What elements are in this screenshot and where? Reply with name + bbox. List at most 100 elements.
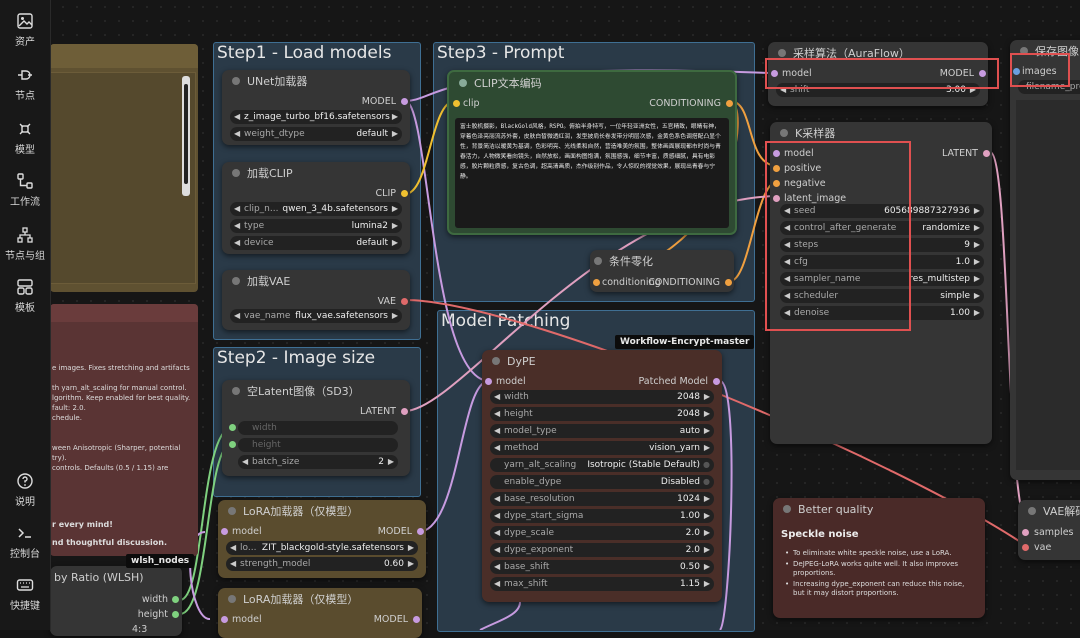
sidebar-item-label: 工作流: [10, 197, 40, 208]
scrollbar-track[interactable]: [182, 76, 190, 196]
sidebar-item-4[interactable]: 节点与组: [0, 226, 50, 262]
out-model-dot[interactable]: [979, 70, 986, 77]
aura-flow-sampling-node[interactable]: 采样算法（AuraFlow） model MODEL ◀ shift 3.00 ▶: [768, 42, 988, 106]
strength-model-number[interactable]: ◀ strength_model 0.60 ▶: [226, 557, 418, 571]
ksampler-cfg-widget[interactable]: ◀ cfg 1.0 ▶: [780, 255, 984, 269]
dype-base-resolution-widget[interactable]: ◀ base_resolution 1024 ▶: [490, 492, 714, 506]
ratio-value: 4:3: [132, 624, 148, 635]
note-bullet: Increasing dype_exponent can reduce this…: [785, 580, 965, 597]
sidebar-item-6[interactable]: 说明: [0, 472, 50, 508]
ksampler-steps-widget[interactable]: ◀ steps 9 ▶: [780, 238, 984, 252]
sidebar-item-0[interactable]: 资产: [0, 12, 50, 48]
in-model-label: model: [782, 68, 812, 79]
in-model-dot[interactable]: [221, 528, 228, 535]
wlsh-node[interactable]: wlsh_nodes by Ratio (WLSH) width height …: [50, 554, 195, 636]
clip-loader-node[interactable]: 加载CLIP CLIP ◀ clip_n... qwen_3_4b.safetens…: [222, 162, 410, 254]
in-height-dot[interactable]: [229, 441, 236, 448]
out-model-dot[interactable]: [417, 528, 424, 535]
dype-enable-dype-widget[interactable]: enable_dype Disabled ●: [490, 475, 714, 489]
clip-name-combo[interactable]: ◀ clip_n... qwen_3_4b.safetensors ▶: [230, 202, 402, 216]
out-vae-dot[interactable]: [401, 298, 408, 305]
in-latent_image-dot[interactable]: [773, 195, 780, 202]
ksampler-node[interactable]: K采样器 LATENT model positive negative latent_…: [770, 122, 992, 444]
vae-loader-node[interactable]: 加载VAE VAE ◀ vae_name flux_vae.safetensors ▶: [222, 270, 410, 330]
sidebar-item-8[interactable]: 快捷键: [0, 576, 50, 612]
clip-type-combo[interactable]: ◀ type lumina2 ▶: [230, 219, 402, 233]
in-positive-dot[interactable]: [773, 165, 780, 172]
sidebar-item-5[interactable]: 模板: [0, 278, 50, 314]
in-samples-dot[interactable]: [1022, 529, 1029, 536]
in-model-dot[interactable]: [485, 378, 492, 385]
collapse-dot[interactable]: [232, 77, 240, 85]
out-patched-model-dot[interactable]: [713, 378, 720, 385]
lora-loader-node-2[interactable]: LoRA加载器（仅模型） model MODEL: [218, 588, 422, 638]
filename-prefix-field[interactable]: filename_pre...: [1018, 80, 1080, 94]
clip-text-encode-node[interactable]: CLIP文本编码 clip CONDITIONING 富士胶机摄影，BlackG…: [447, 70, 737, 235]
dype-dype-start-sigma-widget[interactable]: ◀ dype_start_sigma 1.00 ▶: [490, 509, 714, 523]
unet-name-combo[interactable]: ◀ z_image_turbo_bf16.safetensors ▶: [230, 110, 402, 124]
out-conditioning-dot[interactable]: [726, 100, 733, 107]
dype-method-widget[interactable]: ◀ method vision_yarn ▶: [490, 441, 714, 455]
in-conditioning-dot[interactable]: [593, 279, 600, 286]
ksampler-denoise-widget[interactable]: ◀ denoise 1.00 ▶: [780, 306, 984, 320]
out-clip-dot[interactable]: [401, 190, 408, 197]
conditioning-zero-out-node[interactable]: 条件零化 conditioning CONDITIONING: [590, 250, 734, 292]
prompt-textarea[interactable]: 富士胶机摄影，BlackGold风格，RSPO。俯拍半身特写，一位年轻亚洲女性，…: [455, 118, 729, 228]
dype-node[interactable]: DyPE model Patched Model ◀ width 2048 ▶ ◀ hei…: [482, 350, 722, 602]
node-title: 采样算法（AuraFlow）: [793, 47, 910, 60]
out-conditioning-dot[interactable]: [725, 279, 732, 286]
in-model-dot[interactable]: [771, 70, 778, 77]
out-height-dot[interactable]: [172, 611, 179, 618]
node-title: DyPE: [507, 355, 536, 368]
width-input[interactable]: width: [238, 421, 398, 435]
out-model-dot[interactable]: [401, 98, 408, 105]
out-latent-label: LATENT: [942, 148, 978, 159]
vae-name-combo[interactable]: ◀ vae_name flux_vae.safetensors ▶: [230, 309, 402, 323]
ksampler-scheduler-widget[interactable]: ◀ scheduler simple ▶: [780, 289, 984, 303]
vae-decode-node[interactable]: VAE解码 samples vae: [1018, 500, 1080, 560]
note-panel-red[interactable]: e images. Fixes stretching and artifacts…: [50, 304, 198, 556]
dype-model-type-widget[interactable]: ◀ model_type auto ▶: [490, 424, 714, 438]
shift-number[interactable]: ◀ shift 3.00 ▶: [776, 83, 980, 97]
better-quality-note-node[interactable]: Better quality Speckle noise To eliminat…: [773, 498, 985, 618]
note-panel-yellow[interactable]: [50, 44, 198, 292]
out-vae-label: VAE: [377, 296, 396, 307]
sidebar-item-3[interactable]: 工作流: [0, 172, 50, 208]
dype-base-shift-widget[interactable]: ◀ base_shift 0.50 ▶: [490, 560, 714, 574]
ksampler-seed-widget[interactable]: ◀ seed 605689887327936 ▶: [780, 204, 984, 218]
dype-max-shift-widget[interactable]: ◀ max_shift 1.15 ▶: [490, 577, 714, 591]
in-images-dot[interactable]: [1013, 68, 1020, 75]
save-image-node[interactable]: 保存图像 images filename_pre...: [1010, 40, 1080, 480]
out-model-dot[interactable]: [413, 616, 420, 623]
dype-width-widget[interactable]: ◀ width 2048 ▶: [490, 390, 714, 404]
ksampler-sampler-name-widget[interactable]: ◀ sampler_name res_multistep ▶: [780, 272, 984, 286]
unet-loader-node[interactable]: UNet加载器 MODEL ◀ z_image_turbo_bf16.safete…: [222, 70, 410, 145]
dype-height-widget[interactable]: ◀ height 2048 ▶: [490, 407, 714, 421]
clip-device-combo[interactable]: ◀ device default ▶: [230, 236, 402, 250]
note-line: lgorithm. Keep enabled for best quality.: [52, 394, 191, 402]
out-latent-dot[interactable]: [983, 150, 990, 157]
sidebar-item-7[interactable]: 控制台: [0, 524, 50, 560]
empty-latent-node[interactable]: 空Latent图像（SD3） LATENT width height ◀ batc…: [222, 380, 410, 476]
in-negative-dot[interactable]: [773, 180, 780, 187]
out-conditioning-label: CONDITIONING: [648, 277, 720, 288]
dype-dype-scale-widget[interactable]: ◀ dype_scale 2.0 ▶: [490, 526, 714, 540]
in-model-dot[interactable]: [221, 616, 228, 623]
out-width-dot[interactable]: [172, 596, 179, 603]
batch-size-number[interactable]: ◀ batch_size 2 ▶: [238, 455, 398, 469]
note-textarea[interactable]: [50, 72, 196, 284]
dype-yarn-alt-scaling-widget[interactable]: yarn_alt_scaling Isotropic (Stable Defaul…: [490, 458, 714, 472]
weight-dtype-combo[interactable]: ◀ weight_dtype default ▶: [230, 127, 402, 141]
in-clip-dot[interactable]: [453, 100, 460, 107]
height-input[interactable]: height: [238, 438, 398, 452]
lora-name-combo[interactable]: ◀ lo... ZIT_blackgold-style.safetensors ▶: [226, 541, 418, 555]
dype-dype-exponent-widget[interactable]: ◀ dype_exponent 2.0 ▶: [490, 543, 714, 557]
sidebar-item-1[interactable]: 节点: [0, 66, 50, 102]
in-width-dot[interactable]: [229, 424, 236, 431]
out-latent-dot[interactable]: [401, 408, 408, 415]
in-model-dot[interactable]: [773, 150, 780, 157]
in-vae-dot[interactable]: [1022, 544, 1029, 551]
lora-loader-node-1[interactable]: LoRA加载器（仅模型） model MODEL ◀ lo... ZIT_black…: [218, 500, 426, 578]
ksampler-control-after-generate-widget[interactable]: ◀ control_after_generate randomize ▶: [780, 221, 984, 235]
sidebar-item-2[interactable]: 模型: [0, 120, 50, 156]
